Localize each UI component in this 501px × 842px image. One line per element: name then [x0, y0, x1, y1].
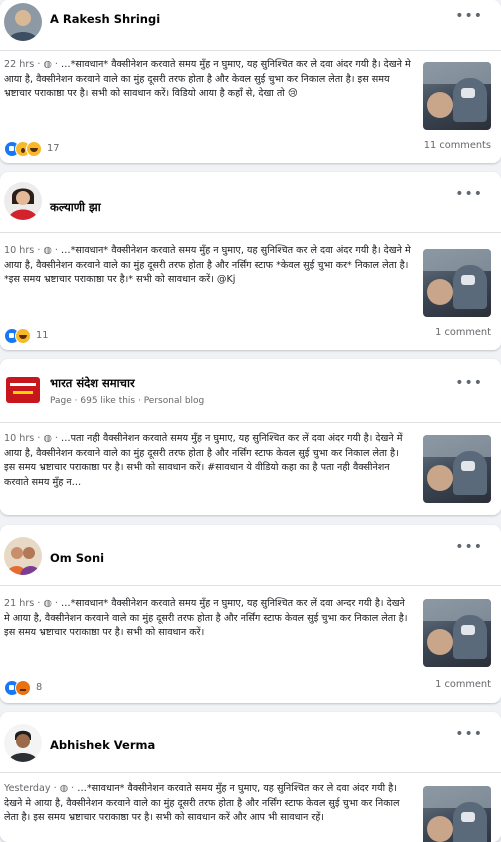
reaction-count: 17	[47, 143, 60, 154]
reaction-bar[interactable]: 8	[4, 677, 43, 696]
post-card: भारत संदेश समाचार Page · 695 like this ·…	[0, 359, 501, 515]
video-thumbnail[interactable]	[423, 435, 491, 503]
more-options-icon[interactable]: •••	[455, 726, 483, 742]
post-text: 10 hrs · ◍ · …पता नही वैक्सीनेशन करवाते …	[4, 433, 403, 488]
video-thumbnail[interactable]	[423, 599, 491, 667]
divider	[0, 585, 501, 586]
post-header: भारत संदेश समाचार Page · 695 like this ·…	[0, 359, 501, 409]
more-options-icon[interactable]: •••	[455, 8, 483, 24]
video-thumbnail[interactable]	[423, 786, 491, 842]
divider	[0, 232, 501, 233]
post-header: Om Soni •••	[0, 525, 501, 575]
post-text: Yesterday · ◍ · …*सावधान* वैक्सीनेशन करव…	[4, 783, 400, 823]
reaction-count: 8	[36, 682, 43, 693]
comments-link[interactable]: 11 comments	[424, 140, 491, 151]
post-header: A Rakesh Shringi •••	[0, 0, 501, 50]
post-time[interactable]: 10 hrs	[4, 433, 34, 444]
reaction-bar[interactable]: 11	[4, 325, 49, 344]
globe-icon: ◍	[43, 245, 52, 256]
comments-link[interactable]: 1 comment	[435, 679, 491, 690]
divider	[0, 422, 501, 423]
author-name[interactable]: Abhishek Verma	[50, 738, 155, 752]
divider	[0, 50, 501, 51]
post-time[interactable]: 21 hrs	[4, 598, 34, 609]
post-text: 10 hrs · ◍ · …*सावधान* वैक्सीनेशन करवाते…	[4, 245, 411, 285]
angry-reaction-icon	[15, 679, 31, 696]
author-name[interactable]: कल्याणी झा	[50, 200, 101, 215]
post-header: कल्याणी झा •••	[0, 172, 501, 222]
reaction-bar[interactable]: 17	[4, 138, 60, 157]
post-card: Abhishek Verma ••• Yesterday · ◍ · …*साव…	[0, 712, 501, 842]
avatar[interactable]	[4, 3, 42, 41]
globe-icon: ◍	[43, 433, 52, 444]
author-name[interactable]: A Rakesh Shringi	[50, 12, 160, 26]
author-name[interactable]: भारत संदेश समाचार	[50, 376, 135, 391]
avatar[interactable]	[4, 537, 42, 575]
avatar[interactable]	[4, 724, 42, 762]
avatar[interactable]	[4, 182, 42, 220]
post-time[interactable]: 10 hrs	[4, 245, 34, 256]
reaction-count: 11	[36, 330, 49, 341]
post-text: 22 hrs · ◍ · …*सावधान* वैक्सीनेशन करवाते…	[4, 59, 411, 99]
post-body: …*सावधान* वैक्सीनेशन करवाते समय मुँह न घ…	[4, 598, 408, 638]
video-thumbnail[interactable]	[423, 249, 491, 317]
post-time[interactable]: 22 hrs	[4, 59, 34, 70]
globe-icon: ◍	[43, 598, 52, 609]
post-card: कल्याणी झा ••• 10 hrs · ◍ · …*सावधान* वै…	[0, 172, 501, 350]
globe-icon: ◍	[59, 783, 69, 794]
post-body: …*सावधान* वैक्सीनेशन करवाते समय मुँह न घ…	[4, 59, 411, 99]
post-card: A Rakesh Shringi ••• 22 hrs · ◍ · …*सावध…	[0, 0, 501, 163]
post-body: …*सावधान* वैक्सीनेशन करवाते समय मुँह न घ…	[4, 245, 411, 285]
more-options-icon[interactable]: •••	[455, 186, 483, 202]
page-logo[interactable]	[4, 371, 42, 409]
post-time[interactable]: Yesterday	[4, 783, 51, 794]
page-info: Page · 695 like this · Personal blog	[50, 396, 205, 406]
video-thumbnail[interactable]	[423, 62, 491, 130]
haha-reaction-icon	[15, 327, 31, 344]
more-options-icon[interactable]: •••	[455, 375, 483, 391]
divider	[0, 772, 501, 773]
post-header: Abhishek Verma •••	[0, 712, 501, 762]
post-text: 21 hrs · ◍ · …*सावधान* वैक्सीनेशन करवाते…	[4, 598, 408, 638]
comments-link[interactable]: 1 comment	[435, 327, 491, 338]
haha-reaction-icon	[26, 140, 42, 157]
author-name[interactable]: Om Soni	[50, 551, 104, 565]
post-card: Om Soni ••• 21 hrs · ◍ · …*सावधान* वैक्स…	[0, 525, 501, 703]
globe-icon: ◍	[43, 59, 52, 70]
post-body: …पता नही वैक्सीनेशन करवाते समय मुँह न घु…	[4, 433, 403, 488]
more-options-icon[interactable]: •••	[455, 539, 483, 555]
